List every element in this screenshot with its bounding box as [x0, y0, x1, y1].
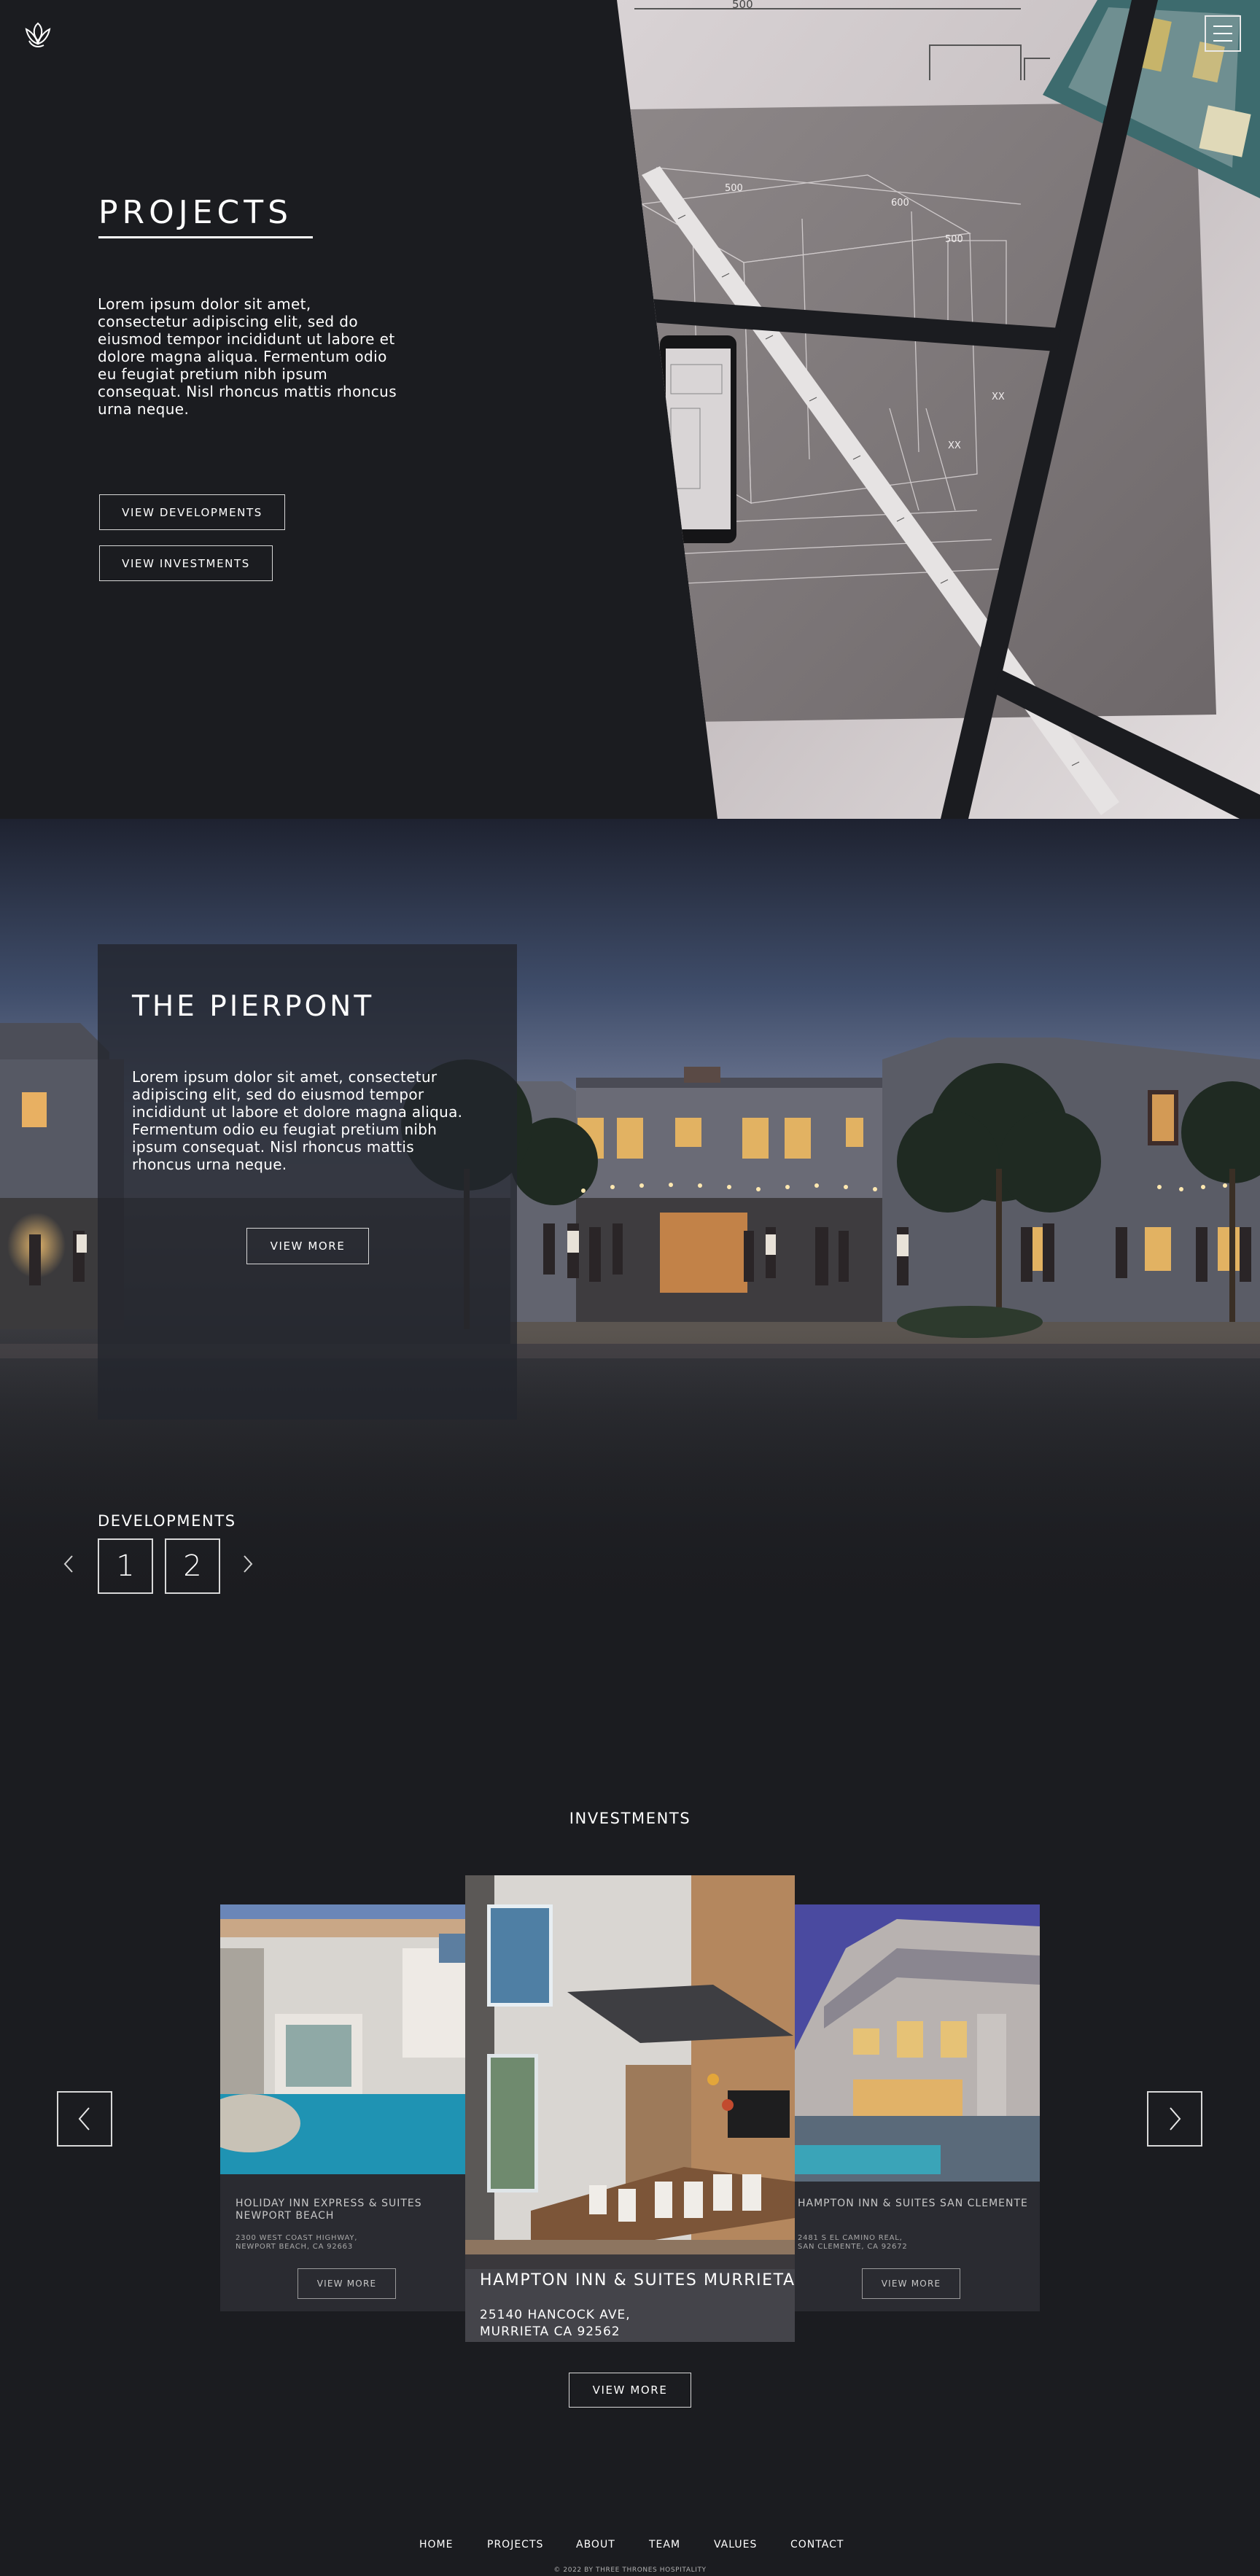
- title-underline: [98, 236, 313, 238]
- view-investments-button[interactable]: VIEW INVESTMENTS: [99, 545, 273, 581]
- investment-address-line2: SAN CLEMENTE, CA 92672: [798, 2243, 908, 2251]
- investment-address-line2: MURRIETA CA 92562: [480, 2324, 621, 2339]
- hero-section: 500 600 500 XX XX 500 PROJECTS Lorem ips…: [0, 0, 1260, 819]
- page-button-1[interactable]: 1: [98, 1538, 153, 1594]
- chevron-right-icon[interactable]: [237, 1553, 259, 1582]
- investment-address-line1: 2481 S EL CAMINO REAL,: [798, 2234, 903, 2242]
- view-more-button[interactable]: VIEW MORE: [298, 2268, 396, 2299]
- menu-line: [1213, 26, 1232, 27]
- investment-name: HAMPTON INN & SUITES SAN CLEMENTE: [798, 2198, 1028, 2209]
- svg-text:500: 500: [945, 234, 963, 245]
- hamburger-menu-icon[interactable]: [1205, 15, 1241, 52]
- investment-name: HAMPTON INN & SUITES MURRIETA: [480, 2271, 796, 2289]
- view-developments-button[interactable]: VIEW DEVELOPMENTS: [99, 494, 285, 530]
- hero-description: Lorem ipsum dolor sit amet, consectetur …: [98, 295, 397, 418]
- page-button-2[interactable]: 2: [165, 1538, 220, 1594]
- svg-text:500: 500: [732, 0, 753, 11]
- footer-link-values[interactable]: VALUES: [714, 2539, 757, 2550]
- view-more-development-button[interactable]: VIEW MORE: [246, 1228, 369, 1264]
- chevron-left-icon[interactable]: [57, 2091, 112, 2147]
- investments-label: INVESTMENTS: [569, 1810, 691, 1827]
- investment-address-line1: 25140 HANCOCK AVE,: [480, 2308, 631, 2322]
- investment-name: HOLIDAY INN EXPRESS & SUITES NEWPORT BEA…: [236, 2198, 422, 2222]
- footer-link-contact[interactable]: CONTACT: [790, 2539, 844, 2550]
- view-more-investments-button[interactable]: VIEW MORE: [569, 2373, 691, 2408]
- footer-link-about[interactable]: ABOUT: [576, 2539, 615, 2550]
- svg-text:XX: XX: [948, 440, 961, 451]
- investment-card-san-clemente[interactable]: HAMPTON INN & SUITES SAN CLEMENTE 2481 S…: [795, 1904, 1040, 2311]
- footer-link-projects[interactable]: PROJECTS: [487, 2539, 543, 2550]
- investment-address-line1: 2300 WEST COAST HIGHWAY,: [236, 2234, 358, 2242]
- svg-text:XX: XX: [992, 392, 1005, 402]
- investment-card-newport[interactable]: HOLIDAY INN EXPRESS & SUITES NEWPORT BEA…: [220, 1904, 465, 2311]
- lotus-logo-icon[interactable]: [22, 19, 54, 51]
- footer-link-team[interactable]: TEAM: [649, 2539, 680, 2550]
- menu-line: [1213, 40, 1232, 42]
- view-more-button[interactable]: VIEW MORE: [862, 2268, 960, 2299]
- developments-label: DEVELOPMENTS: [98, 1512, 236, 1530]
- development-description: Lorem ipsum dolor sit amet, consectetur …: [132, 1068, 463, 1173]
- chevron-left-icon[interactable]: [58, 1553, 79, 1582]
- investment-address-line2: NEWPORT BEACH, CA 92663: [236, 2243, 354, 2251]
- svg-text:600: 600: [891, 198, 909, 209]
- page-title: PROJECTS: [98, 194, 293, 231]
- chevron-right-icon[interactable]: [1147, 2091, 1202, 2147]
- copyright-text: © 2022 BY THREE THRONES HOSPITALITY: [553, 2567, 707, 2574]
- svg-text:500: 500: [725, 183, 743, 194]
- development-title: THE PIERPONT: [132, 990, 375, 1023]
- footer-link-home[interactable]: HOME: [419, 2539, 453, 2550]
- menu-line: [1213, 33, 1232, 34]
